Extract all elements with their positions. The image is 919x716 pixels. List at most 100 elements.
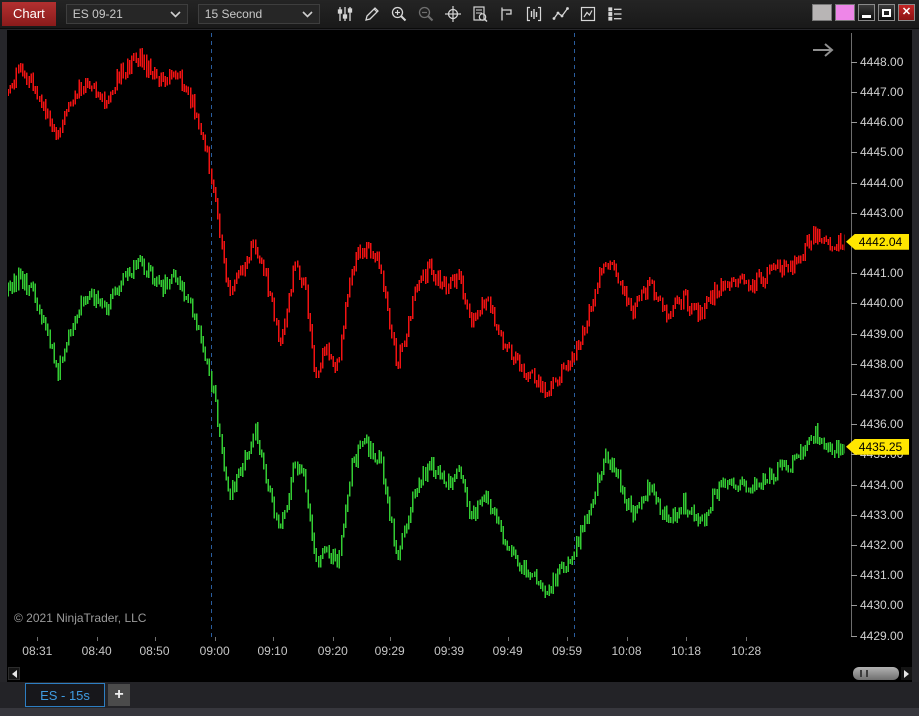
instrument-select[interactable]: ES 09-21 xyxy=(65,4,188,24)
time-tick-mark xyxy=(389,637,391,641)
price-tick-mark xyxy=(851,122,857,124)
toolbar-icons xyxy=(332,2,629,26)
price-axis-label: 4433.00 xyxy=(860,507,904,522)
scroll-right-button[interactable] xyxy=(901,667,912,680)
last-price-tag: 4442.04 xyxy=(846,233,909,250)
price-tick-mark xyxy=(851,91,857,93)
price-tick-mark xyxy=(851,182,857,184)
price-axis-label: 4439.00 xyxy=(860,326,904,341)
time-axis-label: 08:50 xyxy=(139,644,170,658)
price-axis-label: 4436.00 xyxy=(860,417,904,432)
price-tick-mark xyxy=(851,544,857,546)
price-tick-mark xyxy=(851,333,857,335)
scroll-left-button[interactable] xyxy=(8,667,20,680)
toolbar: Chart ES 09-21 15 Second ✕ xyxy=(0,0,919,29)
time-tick-mark xyxy=(449,637,451,641)
time-axis-label: 10:08 xyxy=(611,644,642,658)
time-axis-label: 10:18 xyxy=(670,644,702,658)
bar-type-button[interactable] xyxy=(521,2,548,26)
window-bottom-edge xyxy=(0,708,919,716)
color-swatch-pink-button[interactable] xyxy=(835,4,855,21)
price-tick-mark xyxy=(851,363,857,365)
strategy-button[interactable] xyxy=(575,2,602,26)
price-tick-mark xyxy=(851,273,857,275)
time-tick-mark xyxy=(746,637,748,641)
price-axis-label: 4432.00 xyxy=(860,537,904,552)
time-axis-label: 09:29 xyxy=(374,644,405,658)
time-axis-label: 09:49 xyxy=(492,644,523,658)
properties-button[interactable] xyxy=(602,2,629,26)
time-tick-mark xyxy=(686,637,687,641)
price-axis-label: 4434.00 xyxy=(860,477,904,492)
chart-trader-button[interactable] xyxy=(494,2,521,26)
price-axis-label: 4431.00 xyxy=(860,568,904,583)
price-axis-label: 4443.00 xyxy=(860,205,904,220)
time-tick-mark xyxy=(96,637,98,641)
window-controls: ✕ xyxy=(812,4,915,21)
color-swatch-gray-button[interactable] xyxy=(812,4,832,21)
close-button[interactable]: ✕ xyxy=(898,4,915,21)
price-axis-label: 4429.00 xyxy=(860,628,904,643)
line-style-button[interactable] xyxy=(548,2,575,26)
minimize-button[interactable] xyxy=(858,4,875,21)
add-tab-button[interactable]: + xyxy=(108,684,130,706)
price-axis[interactable]: 4448.00 4447.00 4446.00 4445.00 4444.00 4443.… xyxy=(845,33,911,643)
chevron-down-icon xyxy=(170,10,181,18)
instrument-value: ES 09-21 xyxy=(72,7,123,21)
scrollbar-grip[interactable] xyxy=(853,667,899,680)
price-axis-label: 4447.00 xyxy=(860,84,904,99)
pencil-icon xyxy=(365,7,380,21)
time-axis[interactable]: 08:31 08:40 08:50 09:00 09:10 09:20 09:29 09:39… xyxy=(8,637,845,663)
price-axis-label: 4440.00 xyxy=(860,296,904,311)
interval-value: 15 Second xyxy=(204,7,263,21)
price-axis-line xyxy=(851,33,852,637)
document-magnifier-icon xyxy=(473,6,488,23)
maximize-button[interactable] xyxy=(878,4,895,21)
crosshair-button[interactable] xyxy=(440,2,467,26)
price-axis-label: 4437.00 xyxy=(860,386,904,401)
time-tick-mark xyxy=(37,637,39,641)
price-tick-mark xyxy=(851,635,857,637)
price-bars-canvas[interactable] xyxy=(8,33,845,637)
zigzag-line-icon xyxy=(552,7,570,20)
time-tick-mark xyxy=(332,637,334,641)
time-tick-mark xyxy=(626,637,628,641)
time-axis-label: 09:10 xyxy=(257,644,288,658)
indicators-icon xyxy=(338,7,353,21)
price-axis-label: 4441.00 xyxy=(860,266,904,281)
interval-select[interactable]: 15 Second xyxy=(197,4,320,24)
price-tick-mark xyxy=(851,303,857,305)
price-axis-label: 4430.00 xyxy=(860,598,904,613)
price-tick-mark xyxy=(851,61,857,63)
draw-button[interactable] xyxy=(359,2,386,26)
price-tick-mark xyxy=(851,424,857,426)
zoom-in-button[interactable] xyxy=(386,2,413,26)
price-tick-mark xyxy=(851,152,857,154)
last-price-tag: 4435.25 xyxy=(846,438,909,455)
triangle-right-icon xyxy=(904,669,909,678)
bar-chart-icon xyxy=(527,6,542,22)
tab-es-15s[interactable]: ES - 15s xyxy=(25,683,105,707)
price-tick-mark xyxy=(851,484,857,486)
chart-plot-area[interactable]: © 2021 NinjaTrader, LLC xyxy=(8,33,845,637)
time-axis-label: 08:40 xyxy=(81,644,112,658)
go-to-latest-icon[interactable] xyxy=(811,41,837,59)
data-box-button[interactable] xyxy=(467,2,494,26)
chart-trader-icon xyxy=(501,7,512,21)
grip-ridges-icon xyxy=(860,670,868,677)
price-axis-label: 4438.00 xyxy=(860,356,904,371)
price-axis-label: 4446.00 xyxy=(860,115,904,130)
price-axis-label: 4444.00 xyxy=(860,175,904,190)
window-title-tab[interactable]: Chart xyxy=(2,2,56,26)
list-icon xyxy=(608,7,622,21)
horizontal-scrollbar xyxy=(8,667,912,681)
price-tick-mark xyxy=(851,393,857,395)
price-tick-mark xyxy=(851,575,857,577)
time-axis-label: 09:20 xyxy=(317,644,348,658)
lower-green-series xyxy=(8,254,845,599)
zoom-out-button[interactable] xyxy=(413,2,440,26)
price-tick-mark xyxy=(851,212,857,214)
indicators-button[interactable] xyxy=(332,2,359,26)
copyright-text: © 2021 NinjaTrader, LLC xyxy=(14,611,147,625)
maximize-icon xyxy=(882,8,891,17)
